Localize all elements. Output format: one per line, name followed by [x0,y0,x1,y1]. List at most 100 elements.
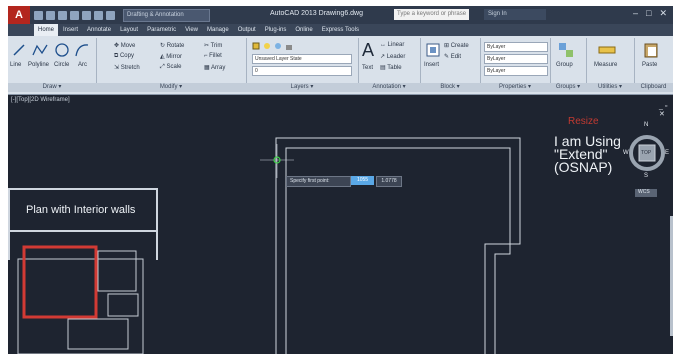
tab-view[interactable]: View [181,24,202,36]
move-label: Move [120,43,136,49]
document-title: AutoCAD 2013 Drawing6.dwg [270,10,363,17]
minimize-button[interactable]: – [633,8,638,19]
create-button[interactable]: ⊞ Create [444,42,469,49]
application-menu-button[interactable]: A [8,6,30,24]
viewport-window-controls[interactable]: _ ▫ ✕ [659,103,673,118]
viewport-controls[interactable]: [-][Top][2D Wireframe] [11,97,70,103]
layers-panel: Unsaved Layer State 0 Layers ▾ [246,38,359,92]
outer-wall-line[interactable] [275,137,521,354]
scale-button[interactable]: ⤢ Scale [160,64,181,71]
inset-panel: Plan with Interior walls [8,188,158,260]
line-icon[interactable] [12,43,26,57]
layer-properties-icon[interactable] [252,42,260,50]
fillet-label: Fillet [209,53,222,59]
polyline-label: Polyline [28,62,50,68]
compass-north[interactable]: N [644,122,648,128]
redo-icon[interactable] [106,10,115,20]
arc-icon[interactable] [74,42,90,58]
tab-layout[interactable]: Layout [116,24,142,36]
tab-online[interactable]: Online [291,24,316,36]
workspace-select[interactable]: Drafting & Annotation [123,8,210,22]
circle-label: Circle [54,62,70,68]
modify-panel-title[interactable]: Modify ▾ [96,83,246,92]
viewcube-face-label[interactable]: TOP [641,150,651,156]
leader-button[interactable]: ↗ Leader [380,53,405,60]
move-button[interactable]: ✥ Move [114,42,135,49]
layer-on-icon[interactable] [263,42,271,50]
polyline-icon[interactable] [32,43,48,57]
compass-west[interactable]: W [623,150,629,156]
tab-insert[interactable]: Insert [59,24,82,36]
stretch-button[interactable]: ⇲ Stretch [114,64,140,71]
title-bar: A Drafting & Annotation AutoCAD 2013 Dra… [8,6,673,24]
tab-home[interactable]: Home [34,24,59,36]
color-select[interactable]: ByLayer [484,42,548,52]
array-button[interactable]: ▦ Array [204,64,225,71]
layer-lock-icon[interactable] [285,42,293,50]
utilities-panel-title[interactable]: Utilities ▾ [586,83,634,92]
dynamic-input-x[interactable]: 1055 [351,176,374,185]
properties-panel-title[interactable]: Properties ▾ [480,83,550,92]
save-as-icon[interactable] [70,10,79,20]
trim-button[interactable]: ✂ Trim [204,42,222,49]
rotate-button[interactable]: ↻ Rotate [160,42,184,49]
layers-panel-title[interactable]: Layers ▾ [246,83,358,92]
save-icon[interactable] [58,10,67,20]
modify-panel: ✥ Move ↻ Rotate ✂ Trim ⧉ Copy ◭ Mirror ⌐… [96,38,247,92]
insert-icon[interactable] [426,43,440,57]
mirror-label: Mirror [166,54,182,60]
current-layer-select[interactable]: 0 [252,66,352,76]
print-icon[interactable] [82,10,91,20]
dynamic-input-y[interactable]: 1.0778 [376,176,402,187]
new-icon[interactable] [34,10,43,20]
inset-plan-outline [17,258,144,354]
close-button[interactable]: ✕ [659,8,667,19]
tab-plugins[interactable]: Plug-ins [261,24,291,36]
table-button[interactable]: ▤ Table [380,64,402,71]
groups-panel-title[interactable]: Groups ▾ [550,83,586,92]
inset-room-4 [107,293,139,317]
circle-icon[interactable] [54,42,70,58]
layer-freeze-icon[interactable] [274,42,282,50]
lineweight-select[interactable]: ByLayer [484,66,548,76]
text-icon[interactable]: A [362,40,374,61]
paste-icon[interactable] [644,42,658,58]
compass-east[interactable]: E [665,150,669,156]
tab-express-tools[interactable]: Express Tools [318,24,363,36]
compass-south[interactable]: S [644,173,648,179]
sign-in-button[interactable]: Sign In [484,9,546,20]
open-icon[interactable] [46,10,55,20]
mirror-button[interactable]: ◭ Mirror [160,53,182,60]
annotation-panel-title[interactable]: Annotation ▾ [358,83,420,92]
create-label: Create [450,43,469,49]
wcs-label[interactable]: WCS [638,189,650,195]
copy-button[interactable]: ⧉ Copy [114,53,134,60]
utilities-panel: Measure Utilities ▾ [586,38,635,92]
tab-parametric[interactable]: Parametric [143,24,180,36]
ribbon-tabs: Home Insert Annotate Layout Parametric V… [8,24,673,36]
linear-button[interactable]: ↔ Linear [380,42,404,48]
block-panel-title[interactable]: Block ▾ [420,83,480,92]
clipboard-panel-title[interactable]: Clipboard [634,83,673,92]
group-icon[interactable] [558,42,574,58]
layer-state-select[interactable]: Unsaved Layer State [252,54,352,64]
search-input[interactable]: Type a keyword or phrase [394,9,469,20]
quick-access-toolbar [34,10,115,20]
undo-icon[interactable] [94,10,103,20]
tab-manage[interactable]: Manage [203,24,233,36]
draw-panel-title[interactable]: Draw ▾ [8,83,96,92]
maximize-button[interactable]: □ [646,8,651,19]
measure-icon[interactable] [598,44,616,56]
scale-label: Scale [166,64,182,70]
tab-annotate[interactable]: Annotate [83,24,115,36]
tab-output[interactable]: Output [234,24,260,36]
inset-title: Plan with Interior walls [26,204,136,216]
stretch-label: Stretch [120,65,140,71]
tool-palette-strip[interactable] [670,216,673,336]
edit-button[interactable]: ✎ Edit [444,53,461,60]
linetype-select[interactable]: ByLayer [484,54,548,64]
autocad-window: A Drafting & Annotation AutoCAD 2013 Dra… [8,6,673,354]
layer-tools [252,42,293,50]
fillet-button[interactable]: ⌐ Fillet [204,53,222,59]
window-controls: – □ ✕ [633,8,667,19]
